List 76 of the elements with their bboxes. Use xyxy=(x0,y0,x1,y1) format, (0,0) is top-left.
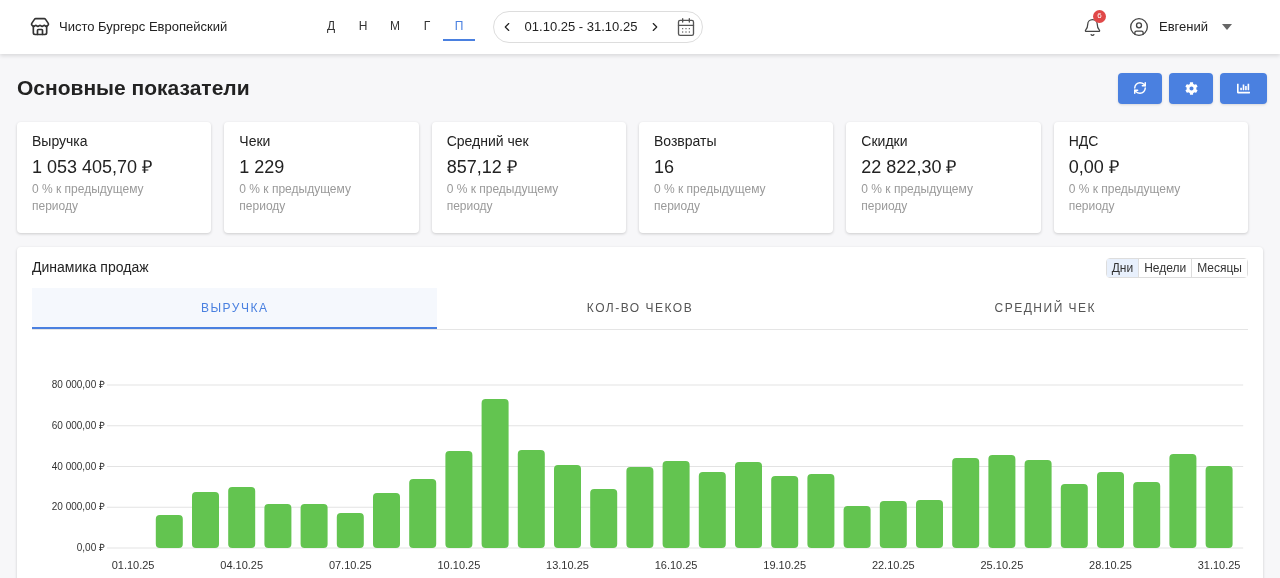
period-tab[interactable]: П xyxy=(443,13,475,41)
store-name: Чисто Бургерс Европейский xyxy=(59,18,229,37)
y-axis-label: 20 000,00 ₽ xyxy=(51,501,105,513)
x-axis-label: 01.10.25 xyxy=(111,559,155,571)
y-axis-label: 0,00 ₽ xyxy=(76,542,105,553)
chart-tab[interactable]: КОЛ-ВО ЧЕКОВ xyxy=(437,288,843,329)
kpi-title: Возвраты xyxy=(654,132,718,151)
settings-icon xyxy=(1184,81,1198,95)
bar xyxy=(155,515,183,548)
bar xyxy=(590,488,618,548)
kpi-value: 0,00 ₽ xyxy=(1068,156,1120,179)
notification-icon[interactable] xyxy=(1083,17,1103,37)
user-name[interactable]: Евгений xyxy=(1159,17,1208,37)
kpi-value: 1 053 405,70 ₽ xyxy=(32,156,154,179)
kpi-title: Средний чек xyxy=(446,132,530,151)
chart-button[interactable] xyxy=(1220,72,1267,104)
bar xyxy=(336,512,364,548)
bar xyxy=(228,486,256,548)
x-axis-label: 31.10.25 xyxy=(1197,559,1241,571)
x-axis-label: 07.10.25 xyxy=(328,559,372,571)
bar xyxy=(373,493,400,548)
period-tab[interactable]: Г xyxy=(411,13,443,41)
kpi-title: Чеки xyxy=(239,132,272,151)
period-tab[interactable]: Н xyxy=(347,13,379,41)
calendar-icon[interactable] xyxy=(676,17,696,37)
x-axis-label: 10.10.25 xyxy=(437,559,481,571)
x-axis-label: 25.10.25 xyxy=(980,559,1024,571)
kpi-change: 0 % к предыдущему периоду xyxy=(861,181,974,215)
x-axis-label: 16.10.25 xyxy=(654,559,698,571)
kpi-change: 0 % к предыдущему периоду xyxy=(1068,181,1182,215)
bar xyxy=(916,499,943,548)
bar xyxy=(771,476,799,548)
period-tab[interactable]: Д xyxy=(315,13,347,41)
kpi-value: 22 822,30 ₽ xyxy=(861,156,958,179)
kpi-title: Выручка xyxy=(32,132,89,151)
y-axis-label: 80 000,00 ₽ xyxy=(51,379,105,390)
date-range: 01.10.25 - 31.10.25 xyxy=(523,18,639,37)
bar xyxy=(1133,482,1161,548)
kpi-change: 0 % к предыдущему периоду xyxy=(32,181,145,215)
kpi-value: 1 229 xyxy=(239,156,286,179)
kpi-title: Скидки xyxy=(861,132,909,151)
kpi-change: 0 % к предыдущему периоду xyxy=(239,181,352,215)
bar-chart-icon xyxy=(1237,81,1250,95)
x-axis-label: 19.10.25 xyxy=(763,559,807,571)
user-icon[interactable] xyxy=(1129,17,1150,37)
kpi-change: 0 % к предыдущему периоду xyxy=(654,181,767,215)
page-title: Основные показатели xyxy=(17,75,250,102)
panel-title: Динамика продаж xyxy=(32,258,149,277)
chart-tab[interactable]: СРЕДНИЙ ЧЕК xyxy=(842,288,1248,329)
x-axis-label: 13.10.25 xyxy=(546,559,589,571)
bar xyxy=(1060,484,1088,548)
x-axis-label: 22.10.25 xyxy=(871,559,915,571)
refresh-icon xyxy=(1133,81,1147,95)
bar xyxy=(409,478,437,548)
bar xyxy=(879,500,907,548)
bar xyxy=(843,506,871,548)
store-icon xyxy=(30,17,50,37)
caret-icon[interactable] xyxy=(1222,24,1232,30)
period-tab[interactable]: М xyxy=(379,13,411,41)
kpi-value: 857,12 ₽ xyxy=(446,156,518,179)
y-axis-label: 40 000,00 ₽ xyxy=(51,460,105,472)
bar xyxy=(264,504,292,548)
kpi-title: НДС xyxy=(1068,132,1100,151)
kpi-value: 16 xyxy=(654,156,675,179)
x-axis-label: 04.10.25 xyxy=(220,559,264,571)
x-axis-label: 28.10.25 xyxy=(1089,559,1132,571)
bar xyxy=(192,491,219,548)
notification-badge: 6 xyxy=(1093,9,1107,23)
settings-button[interactable] xyxy=(1169,72,1213,104)
kpi-change: 0 % к предыдущему периоду xyxy=(446,181,560,215)
refresh-button[interactable] xyxy=(1118,72,1162,104)
y-axis-label: 60 000,00 ₽ xyxy=(51,419,105,431)
granularity-toggle[interactable]: Дни xyxy=(1106,258,1139,277)
bar xyxy=(300,504,328,548)
granularity-toggle[interactable]: Месяцы xyxy=(1191,258,1247,277)
chart-tab[interactable]: ВЫРУЧКА xyxy=(32,288,438,329)
